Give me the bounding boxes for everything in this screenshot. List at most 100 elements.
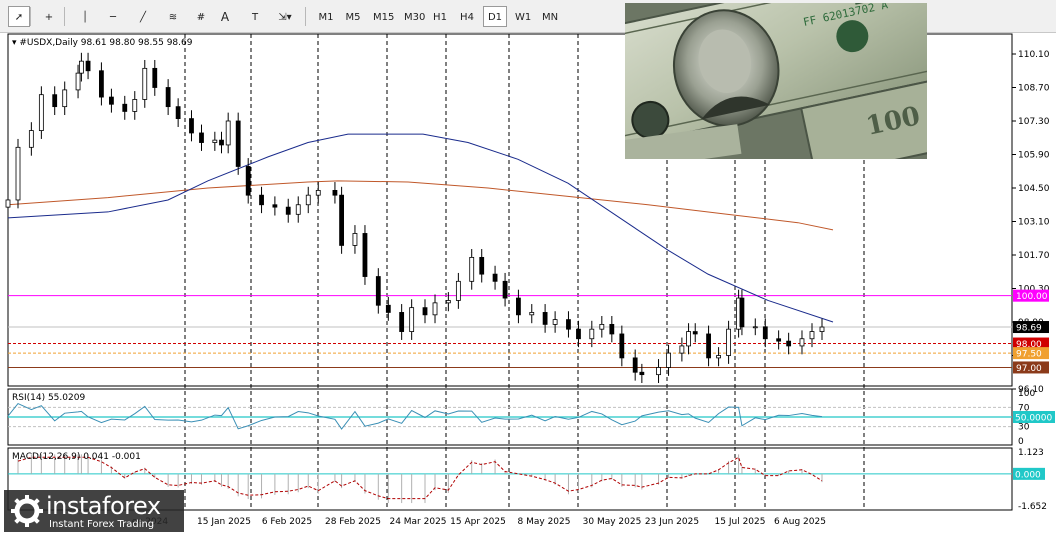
candle xyxy=(339,194,345,246)
candle xyxy=(469,256,475,282)
logo-tagline: Instant Forex Trading xyxy=(49,519,155,530)
candle xyxy=(212,139,218,143)
candle xyxy=(142,67,148,100)
candle xyxy=(666,352,671,368)
candle xyxy=(726,328,731,356)
candle xyxy=(679,345,685,354)
gear-logo-icon xyxy=(11,495,43,527)
candle xyxy=(762,326,768,340)
candle xyxy=(656,367,661,376)
level-label-98.69: 98.69 xyxy=(1016,324,1042,334)
candle xyxy=(152,67,158,88)
symbol-header: ▾ #USDX,Daily 98.61 98.80 98.55 98.69 xyxy=(12,38,193,48)
candle xyxy=(122,103,128,112)
candle xyxy=(295,204,301,215)
candle xyxy=(432,302,438,316)
candle xyxy=(752,326,758,329)
macd-zero-label: 0.000 xyxy=(1015,470,1041,480)
moving-average-200 xyxy=(7,180,834,231)
candle xyxy=(399,312,405,332)
candle xyxy=(739,297,745,328)
candle xyxy=(502,280,508,299)
price-tick-label: 103.10 xyxy=(1018,218,1050,228)
date-label: 15 Apr 2025 xyxy=(450,517,506,527)
rsi-tick-label: 30 xyxy=(1018,423,1030,433)
level-label-97.00: 97.00 xyxy=(1016,364,1042,374)
macd-tick-label: 1.123 xyxy=(1018,448,1044,458)
candle xyxy=(362,233,368,277)
candle xyxy=(686,331,691,347)
candle xyxy=(38,94,44,131)
candle xyxy=(455,280,461,301)
candle xyxy=(609,323,615,335)
candle xyxy=(332,189,338,196)
candle xyxy=(189,118,194,134)
candle xyxy=(619,333,625,359)
candle xyxy=(589,328,595,340)
candle xyxy=(516,297,521,316)
logo-wordmark: instaforex xyxy=(46,492,161,520)
candle xyxy=(315,189,321,196)
candle xyxy=(552,319,558,325)
candle xyxy=(799,338,805,347)
date-label: 8 May 2025 xyxy=(518,517,571,527)
candle xyxy=(219,139,224,146)
dollar-banknote-image: FF 62013702 A 100 100 xyxy=(625,3,927,159)
level-label-97.50: 97.50 xyxy=(1016,350,1042,360)
date-label: 6 Feb 2025 xyxy=(262,517,312,527)
macd-tick-label: -1.652 xyxy=(1018,502,1047,512)
level-label-100.00: 100.00 xyxy=(1016,292,1048,302)
candle xyxy=(529,312,535,316)
candle xyxy=(566,319,571,330)
date-label: 23 Jun 2025 xyxy=(645,517,699,527)
candle xyxy=(542,312,548,325)
candle xyxy=(285,206,291,215)
price-tick-label: 107.30 xyxy=(1018,117,1050,127)
candle xyxy=(776,338,782,342)
candle xyxy=(809,331,815,340)
candle xyxy=(422,307,428,316)
candle xyxy=(245,166,251,196)
candle xyxy=(175,106,181,120)
candle xyxy=(272,204,278,208)
candle xyxy=(165,87,171,108)
date-label: 6 Aug 2025 xyxy=(774,517,826,527)
candle xyxy=(132,99,138,112)
candle xyxy=(352,233,358,246)
candle xyxy=(109,96,114,105)
date-label: 15 Jul 2025 xyxy=(715,517,766,527)
rsi-tick-label: 0 xyxy=(1018,437,1024,447)
candle xyxy=(62,89,68,108)
candle xyxy=(28,130,34,148)
candle xyxy=(5,199,11,208)
candle xyxy=(445,300,451,304)
candle xyxy=(599,323,605,330)
candle xyxy=(409,307,415,332)
date-label: 24 Mar 2025 xyxy=(389,517,446,527)
candle xyxy=(632,357,638,373)
candle xyxy=(576,328,581,340)
candle xyxy=(235,120,241,167)
candle xyxy=(375,276,381,306)
date-label: 28 Feb 2025 xyxy=(325,517,381,527)
candle xyxy=(99,70,104,98)
candle xyxy=(479,256,485,275)
candle xyxy=(52,94,58,108)
price-tick-label: 108.70 xyxy=(1018,84,1050,94)
candle xyxy=(786,340,792,347)
candle xyxy=(385,304,391,313)
candle xyxy=(819,326,825,332)
candle xyxy=(78,60,84,74)
price-tick-label: 110.10 xyxy=(1018,50,1050,60)
candle xyxy=(305,194,311,206)
candle xyxy=(492,273,498,282)
price-tick-label: 104.50 xyxy=(1018,184,1050,194)
price-tick-label: 101.70 xyxy=(1018,251,1050,261)
candle xyxy=(75,72,81,91)
candle xyxy=(706,333,711,359)
price-tick-label: 105.90 xyxy=(1018,151,1050,161)
candle xyxy=(85,60,91,72)
macd-label: MACD(12,26,9) 0.041 -0.001 xyxy=(12,452,141,462)
candle xyxy=(639,371,645,376)
candle xyxy=(692,331,698,335)
